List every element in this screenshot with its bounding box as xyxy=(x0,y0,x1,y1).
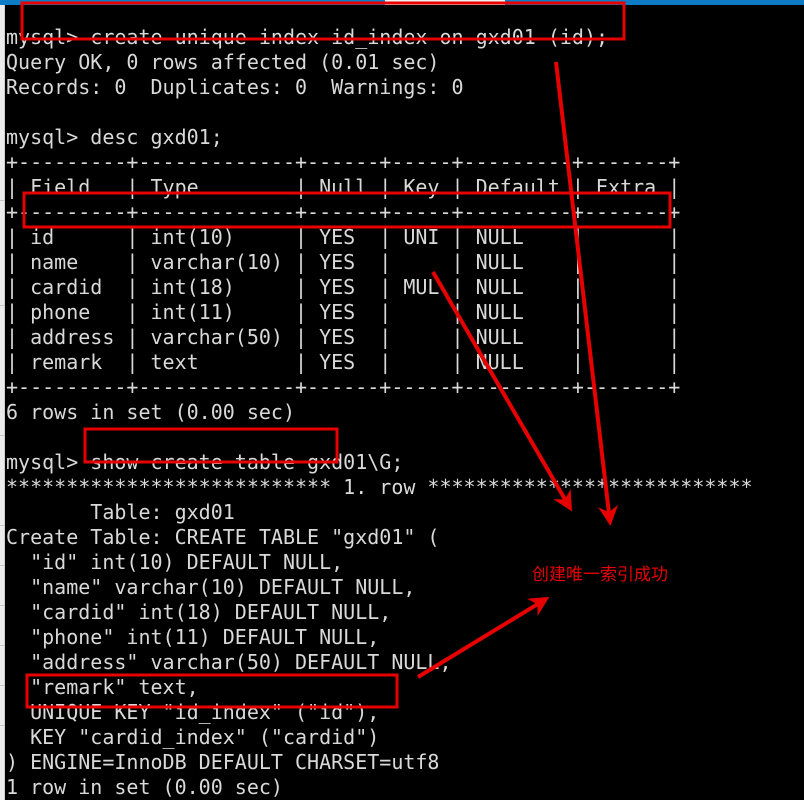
terminal-line: | Field | Type | Null | Key | Default | … xyxy=(6,175,681,199)
terminal-line: +---------+-------------+------+-----+--… xyxy=(6,200,681,224)
terminal-window: mysql> create unique index id_index on g… xyxy=(0,0,804,800)
terminal-line: mysql> desc gxd01; xyxy=(6,125,223,149)
terminal-line: 1 row in set (0.00 sec) xyxy=(6,775,283,799)
terminal-line: "cardid" int(18) DEFAULT NULL, xyxy=(6,600,392,624)
terminal-line: mysql> create unique index id_index on g… xyxy=(6,25,609,49)
window-tab[interactable] xyxy=(385,0,505,5)
terminal-line: KEY "cardid_index" ("cardid") xyxy=(6,725,380,749)
terminal-line: UNIQUE KEY "id_index" ("id"), xyxy=(6,700,380,724)
terminal-line: | name | varchar(10) | YES | | NULL | | xyxy=(6,250,681,274)
terminal-line: 6 rows in set (0.00 sec) xyxy=(6,400,295,424)
terminal-line: "address" varchar(50) DEFAULT NULL, xyxy=(6,650,452,674)
terminal-line: "phone" int(11) DEFAULT NULL, xyxy=(6,625,380,649)
terminal-line: | remark | text | YES | | NULL | | xyxy=(6,350,681,374)
terminal-line: | cardid | int(18) | YES | MUL | NULL | … xyxy=(6,275,681,299)
terminal-line: Create Table: CREATE TABLE "gxd01" ( xyxy=(6,525,440,549)
terminal-line: "name" varchar(10) DEFAULT NULL, xyxy=(6,575,416,599)
window-title-bar xyxy=(0,0,804,5)
terminal-line: | address | varchar(50) | YES | | NULL |… xyxy=(6,325,681,349)
terminal-line: | id | int(10) | YES | UNI | NULL | | xyxy=(6,225,681,249)
terminal-line: Table: gxd01 xyxy=(6,500,235,524)
terminal-line: +---------+-------------+------+-----+--… xyxy=(6,150,681,174)
terminal-line: Query OK, 0 rows affected (0.01 sec) xyxy=(6,50,440,74)
annotation-note-text: 创建唯一索引成功 xyxy=(532,565,668,585)
left-gutter-scrollbar[interactable] xyxy=(0,5,5,800)
terminal-line: mysql> show create table gxd01\G; xyxy=(6,450,404,474)
terminal-output[interactable]: mysql> create unique index id_index on g… xyxy=(6,25,804,800)
terminal-line: "id" int(10) DEFAULT NULL, xyxy=(6,550,344,574)
terminal-line: ) ENGINE=InnoDB DEFAULT CHARSET=utf8 xyxy=(6,750,440,774)
terminal-line: *************************** 1. row *****… xyxy=(6,475,753,499)
terminal-line: Records: 0 Duplicates: 0 Warnings: 0 xyxy=(6,75,464,99)
terminal-line: +---------+-------------+------+-----+--… xyxy=(6,375,681,399)
terminal-line: "remark" text, xyxy=(6,675,199,699)
terminal-line: | phone | int(11) | YES | | NULL | | xyxy=(6,300,681,324)
